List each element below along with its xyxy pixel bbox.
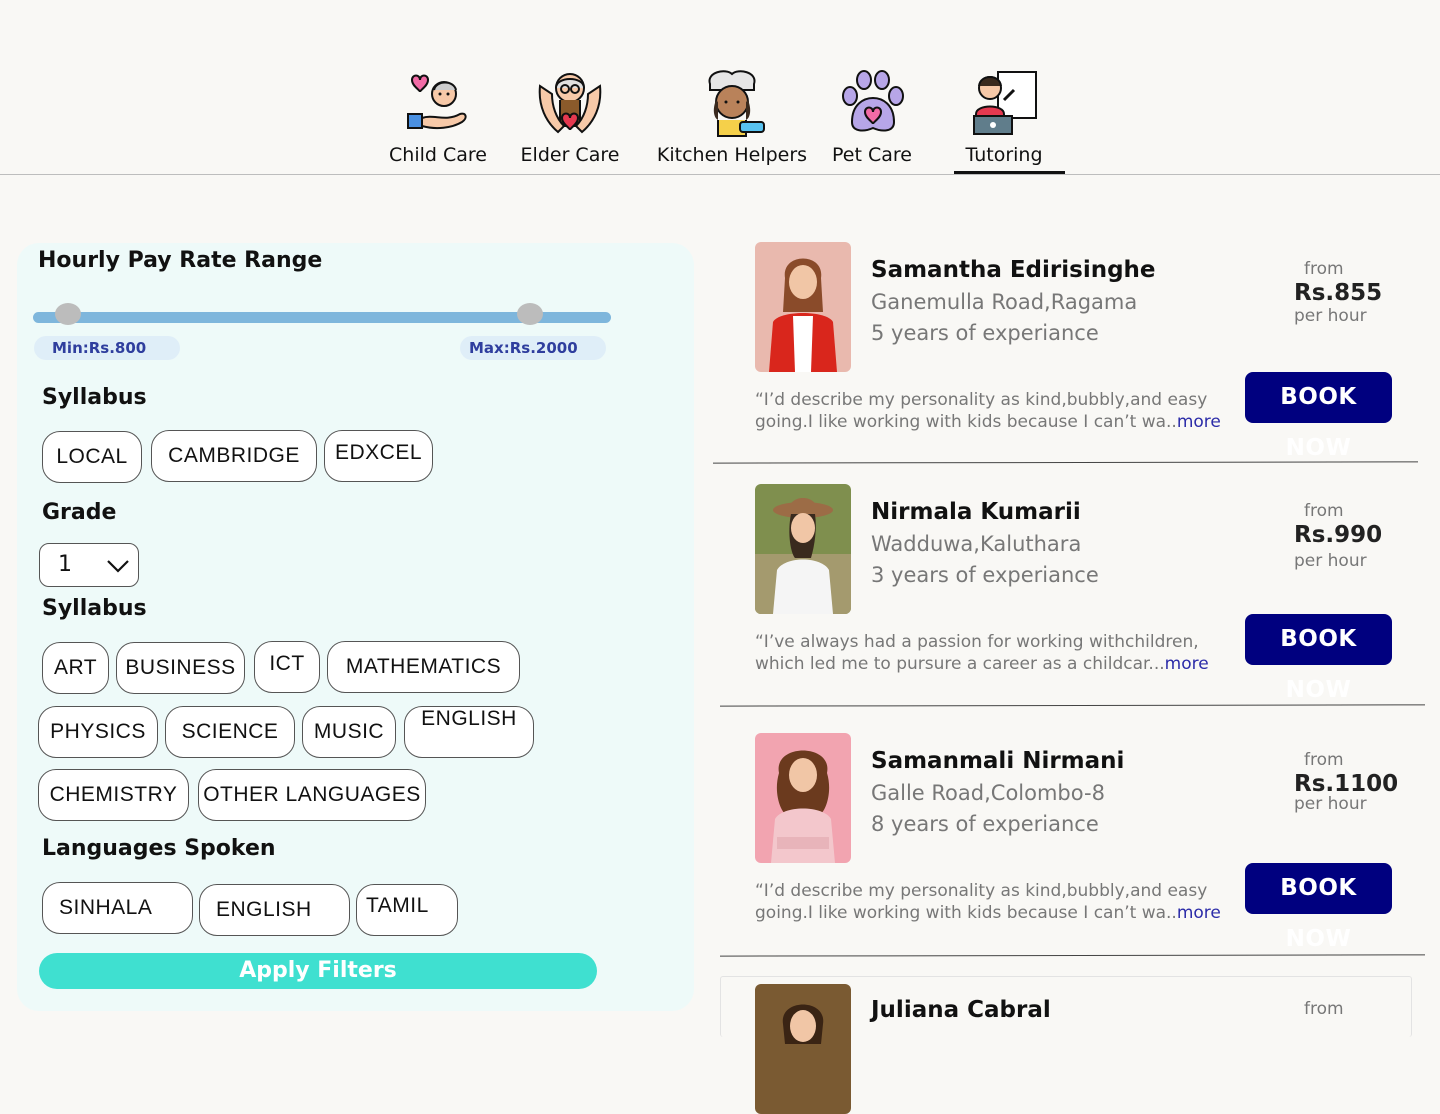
quote-text: “I’d describe my personality as kind,bub… <box>755 390 1208 432</box>
language-chip-english[interactable]: ENGLISH <box>199 884 350 936</box>
nav-label: Tutoring <box>965 144 1043 166</box>
caregiver-name[interactable]: Samanmali Nirmani <box>871 748 1124 774</box>
max-rate-label: Max:Rs.2000 <box>460 336 606 360</box>
more-link[interactable]: more <box>1165 654 1209 674</box>
syllabus-title: Syllabus <box>42 385 147 410</box>
child-care-icon <box>407 74 467 130</box>
caregiver-experience: 3 years of experiance <box>871 563 1099 587</box>
nav-item-child-care[interactable]: Child Care <box>388 66 488 166</box>
book-now-button[interactable]: BOOK NOW <box>1245 863 1392 952</box>
caregiver-name[interactable]: Juliana Cabral <box>871 997 1051 1023</box>
language-chip-tamil[interactable]: TAMIL <box>356 884 458 936</box>
caregiver-location: Galle Road,Colombo-8 <box>871 781 1105 805</box>
price-from: from <box>1304 999 1344 1019</box>
nav-item-elder-care[interactable]: Elder Care <box>520 66 620 166</box>
nav-label: Child Care <box>389 144 487 166</box>
person-photo-icon <box>755 984 851 1114</box>
slider-max-handle[interactable] <box>517 303 544 325</box>
kitchen-helper-icon <box>708 70 765 137</box>
tutoring-icon <box>973 71 1037 135</box>
profile-photo[interactable] <box>755 733 851 863</box>
caregiver-quote: “I’d describe my personality as kind,bub… <box>755 389 1225 433</box>
price-unit: per hour <box>1294 794 1367 814</box>
caregiver-experience: 8 years of experiance <box>871 812 1099 836</box>
book-now-button[interactable]: BOOK NOW <box>1245 372 1392 461</box>
person-photo-icon <box>755 733 851 863</box>
elder-care-icon <box>538 73 602 134</box>
more-link[interactable]: more <box>1177 412 1221 432</box>
min-rate-label: Min:Rs.800 <box>34 336 180 360</box>
caregiver-location: Wadduwa,Kaluthara <box>871 532 1082 556</box>
nav-label: Kitchen Helpers <box>656 144 808 166</box>
caregiver-quote: “I’d describe my personality as kind,bub… <box>755 880 1225 924</box>
price-unit: per hour <box>1294 551 1367 571</box>
nav-label: Pet Care <box>832 144 912 166</box>
grade-title: Grade <box>42 500 117 525</box>
caregiver-name[interactable]: Nirmala Kumarii <box>871 499 1081 525</box>
price-from: from <box>1304 259 1344 279</box>
price-value: Rs.990 <box>1294 522 1383 548</box>
grade-value: 1 <box>58 552 72 577</box>
nav-divider <box>0 174 1440 175</box>
profile-photo[interactable] <box>755 242 851 372</box>
profile-photo[interactable] <box>755 484 851 614</box>
person-photo-icon <box>755 242 851 372</box>
subject-chip-ict[interactable]: ICT <box>254 641 320 693</box>
pay-range-title: Hourly Pay Rate Range <box>38 248 323 273</box>
person-photo-icon <box>755 484 851 614</box>
book-now-button[interactable]: BOOK NOW <box>1245 614 1392 703</box>
subject-chip-english[interactable]: ENGLISH <box>404 706 534 758</box>
subject-chip-business[interactable]: BUSINESS <box>116 642 245 694</box>
syllabus-chip-local[interactable]: LOCAL <box>42 431 142 483</box>
chevron-down-icon <box>107 560 129 573</box>
grade-select[interactable]: 1 <box>39 543 139 587</box>
subject-chip-art[interactable]: ART <box>42 642 109 694</box>
subject-chip-music[interactable]: MUSIC <box>302 706 396 758</box>
quote-text: “I’d describe my personality as kind,bub… <box>755 881 1208 923</box>
syllabus-chip-edxcel[interactable]: EDXCEL <box>324 430 433 482</box>
subject-chip-physics[interactable]: PHYSICS <box>38 706 158 758</box>
language-chip-sinhala[interactable]: SINHALA <box>42 882 193 934</box>
caregiver-quote: “I’ve always had a passion for working w… <box>755 631 1215 675</box>
nav-item-kitchen-helpers[interactable]: Kitchen Helpers <box>656 66 808 166</box>
syllabus-chip-cambridge[interactable]: CAMBRIDGE <box>151 430 317 482</box>
apply-filters-button[interactable]: Apply Filters <box>39 953 597 989</box>
quote-text: “I’ve always had a passion for working w… <box>755 632 1199 674</box>
subject-chip-mathematics[interactable]: MATHEMATICS <box>327 641 520 693</box>
languages-title: Languages Spoken <box>42 836 276 861</box>
nav-item-tutoring[interactable]: Tutoring <box>954 66 1054 166</box>
subject-chip-other-languages[interactable]: OTHER LANGUAGES <box>198 769 426 821</box>
caregiver-experience: 5 years of experiance <box>871 321 1099 345</box>
subject-chip-science[interactable]: SCIENCE <box>165 706 295 758</box>
caregiver-name[interactable]: Samantha Edirisinghe <box>871 257 1156 283</box>
price-from: from <box>1304 501 1344 521</box>
price-unit: per hour <box>1294 306 1367 326</box>
slider-min-handle[interactable] <box>54 303 81 325</box>
subjects-title: Syllabus <box>42 596 147 621</box>
nav-item-pet-care[interactable]: Pet Care <box>826 66 918 166</box>
nav-label: Elder Care <box>520 144 620 166</box>
profile-photo[interactable] <box>755 984 851 1114</box>
pet-care-icon <box>842 70 904 132</box>
price-from: from <box>1304 750 1344 770</box>
nav-active-indicator <box>954 171 1065 174</box>
more-link[interactable]: more <box>1177 903 1221 923</box>
caregiver-location: Ganemulla Road,Ragama <box>871 290 1138 314</box>
subject-chip-chemistry[interactable]: CHEMISTRY <box>38 769 189 821</box>
price-value: Rs.855 <box>1294 280 1383 306</box>
